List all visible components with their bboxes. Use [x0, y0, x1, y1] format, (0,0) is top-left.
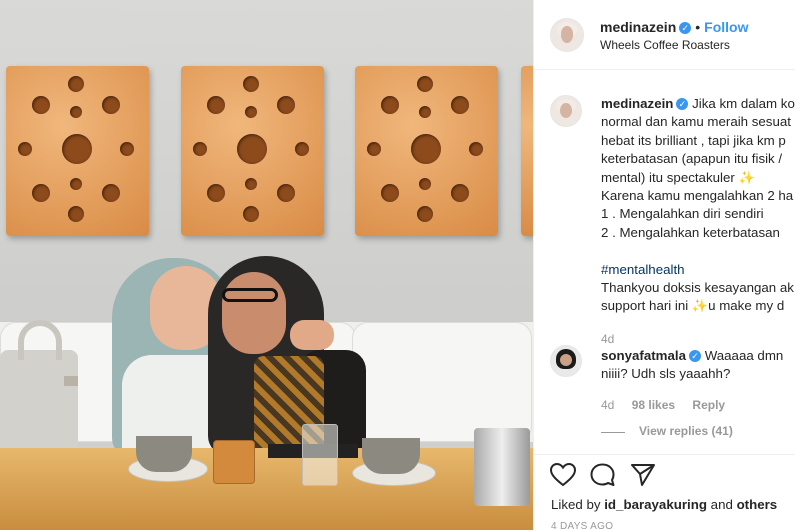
- comment-text: Waaaaa dmn: [704, 348, 784, 363]
- comment-meta: 4d 98 likes Reply: [601, 396, 795, 414]
- sparkles-emoji-icon: ✨: [691, 298, 709, 314]
- comment-item: sonyafatmala ✓ Waaaaa dmn niiii? Udh sls …: [601, 347, 795, 441]
- caption-line: Thankyou doksis kesayangan ak: [601, 280, 794, 296]
- verified-badge-icon: ✓: [679, 21, 692, 34]
- avatar[interactable]: [550, 18, 584, 52]
- post-header: medinazein ✓ • Follow Wheels Coffee Roaster…: [534, 0, 795, 70]
- post-photo[interactable]: [0, 0, 533, 530]
- caption-line: hebat its brilliant , tapi jika km p: [601, 132, 786, 148]
- photo-person-right-face: [222, 272, 286, 354]
- post-timestamp[interactable]: 4 DAYS AGO: [551, 521, 613, 530]
- username-link[interactable]: medinazein: [600, 19, 676, 35]
- liked-by-user-link[interactable]: id_barayakuring: [604, 497, 707, 512]
- caption-timestamp[interactable]: 4d: [601, 330, 795, 348]
- liked-by-and: and: [710, 497, 733, 512]
- liked-by-others-link[interactable]: others: [737, 497, 778, 512]
- caption-line: Jika km dalam ko: [692, 96, 795, 111]
- verified-badge-icon: ✓: [676, 98, 689, 111]
- header-user-row: medinazein ✓ • Follow: [600, 19, 748, 37]
- wood-panel: [6, 66, 149, 236]
- wood-panel: [521, 66, 533, 236]
- comments-list[interactable]: medinazein ✓ Jika km dalam ko normal dan …: [534, 71, 795, 454]
- avatar[interactable]: [550, 345, 582, 377]
- caption-text: medinazein ✓ Jika km dalam ko normal dan …: [601, 95, 795, 348]
- avatar[interactable]: [550, 95, 582, 127]
- comment-bubble-icon[interactable]: [590, 463, 616, 492]
- follow-button[interactable]: Follow: [704, 19, 748, 35]
- wood-panel: [181, 66, 324, 236]
- paper-plane-icon[interactable]: [630, 463, 656, 492]
- comment-likes[interactable]: 98 likes: [632, 398, 675, 412]
- post-actions: Liked by id_barayakuring and others 4 DA…: [534, 454, 795, 530]
- caption-line: 1 . Mengalahkan diri sendiri: [601, 206, 764, 222]
- caption-line: normal dan kamu meraih sesuat: [601, 114, 791, 130]
- caption-line: keterbatasan (apapun itu fisik /: [601, 151, 783, 167]
- comment-timestamp[interactable]: 4d: [601, 398, 614, 412]
- photo-milk-pitcher: [474, 428, 530, 506]
- photo-glasses: [222, 288, 278, 302]
- post-sidebar: medinazein ✓ • Follow Wheels Coffee Roaster…: [533, 0, 795, 530]
- comment-username[interactable]: sonyafatmala: [601, 348, 686, 363]
- photo-sugar-jar: [213, 440, 255, 484]
- heart-icon[interactable]: [549, 462, 577, 492]
- comment-text: niiii? Udh sls yaaahh?: [601, 366, 731, 382]
- view-replies-label[interactable]: View replies (41): [639, 424, 733, 438]
- photo-arm: [290, 320, 334, 350]
- photo-coffee-cup: [136, 436, 192, 472]
- caption-username[interactable]: medinazein: [601, 96, 673, 111]
- reply-button[interactable]: Reply: [692, 398, 725, 412]
- caption-line: u make my d: [708, 298, 785, 314]
- view-replies-button[interactable]: View replies (41): [601, 422, 795, 440]
- caption-line: Karena kamu mengalahkan 2 ha: [601, 188, 794, 204]
- replies-line-divider: [601, 431, 625, 433]
- wood-panel: [355, 66, 498, 236]
- hashtag-link[interactable]: #mentalhealth: [601, 262, 685, 277]
- caption-line: support hari ini: [601, 298, 689, 314]
- photo-table: [0, 448, 533, 530]
- caption-line: 2 . Mengalahkan keterbatasan: [601, 224, 780, 240]
- verified-badge-icon: ✓: [689, 350, 701, 363]
- photo-water-glass: [302, 424, 338, 486]
- liked-by-text: Liked by id_barayakuring and others: [551, 497, 777, 512]
- sparkles-emoji-icon: ✨: [738, 169, 755, 185]
- caption-line: mental) itu spectakuler: [601, 169, 735, 185]
- location-link[interactable]: Wheels Coffee Roasters: [600, 38, 730, 52]
- liked-by-prefix: Liked by: [551, 497, 601, 512]
- separator-dot: •: [695, 19, 701, 35]
- photo-coffee-cup: [362, 438, 420, 474]
